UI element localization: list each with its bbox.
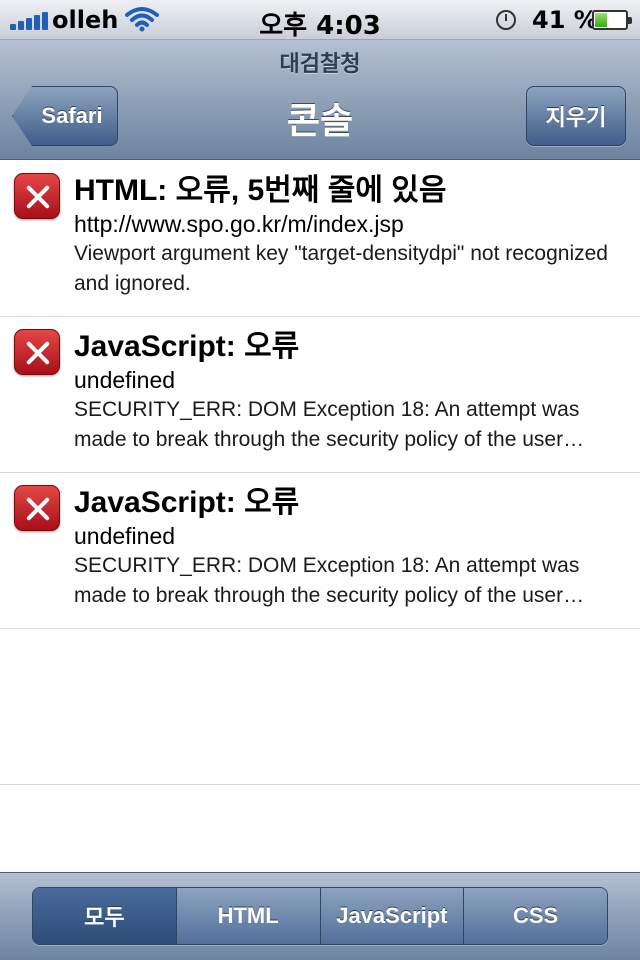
nav-prompt: 대검찰청	[279, 51, 361, 76]
battery-fill	[595, 13, 607, 27]
battery-icon	[592, 10, 632, 30]
message-source: http://www.spo.go.kr/m/index.jsp	[74, 211, 404, 237]
empty-list-row	[0, 629, 640, 785]
message-text: SECURITY_ERR: DOM Exception 18: An attem…	[74, 554, 580, 607]
console-message-list: HTML: 오류, 5번째 줄에 있음 http://www.spo.go.kr…	[0, 161, 640, 785]
filter-all[interactable]: 모두	[33, 888, 176, 944]
message-source: undefined	[74, 367, 176, 393]
message-title: HTML: 오류, 5번째 줄에 있음	[74, 174, 447, 207]
battery-percent: 41 %	[532, 6, 598, 34]
navigation-bar: 대검찰청 Safari 콘솔 지우기	[0, 40, 640, 160]
message-source: undefined	[74, 523, 176, 549]
filter-css[interactable]: CSS	[463, 888, 607, 944]
error-icon	[14, 485, 60, 531]
list-item[interactable]: JavaScript: 오류 undefined SECURITY_ERR: D…	[0, 473, 640, 629]
bottom-toolbar: 모두 HTML JavaScript CSS	[0, 872, 640, 960]
filter-javascript[interactable]: JavaScript	[319, 888, 464, 944]
message-title: JavaScript: 오류	[74, 486, 300, 519]
message-title: JavaScript: 오류	[74, 330, 300, 363]
message-text: Viewport argument key "target-densitydpi…	[74, 242, 608, 295]
error-icon	[14, 173, 60, 219]
error-icon	[14, 329, 60, 375]
filter-html[interactable]: HTML	[175, 888, 320, 944]
list-item[interactable]: HTML: 오류, 5번째 줄에 있음 http://www.spo.go.kr…	[0, 161, 640, 317]
status-bar: olleh 오후 4:03 41 %	[0, 0, 640, 41]
message-text: SECURITY_ERR: DOM Exception 18: An attem…	[74, 398, 580, 451]
filter-segmented-control: 모두 HTML JavaScript CSS	[32, 887, 608, 945]
list-item[interactable]: JavaScript: 오류 undefined SECURITY_ERR: D…	[0, 317, 640, 473]
alarm-clock-icon	[496, 10, 516, 30]
clear-button[interactable]: 지우기	[526, 86, 626, 146]
